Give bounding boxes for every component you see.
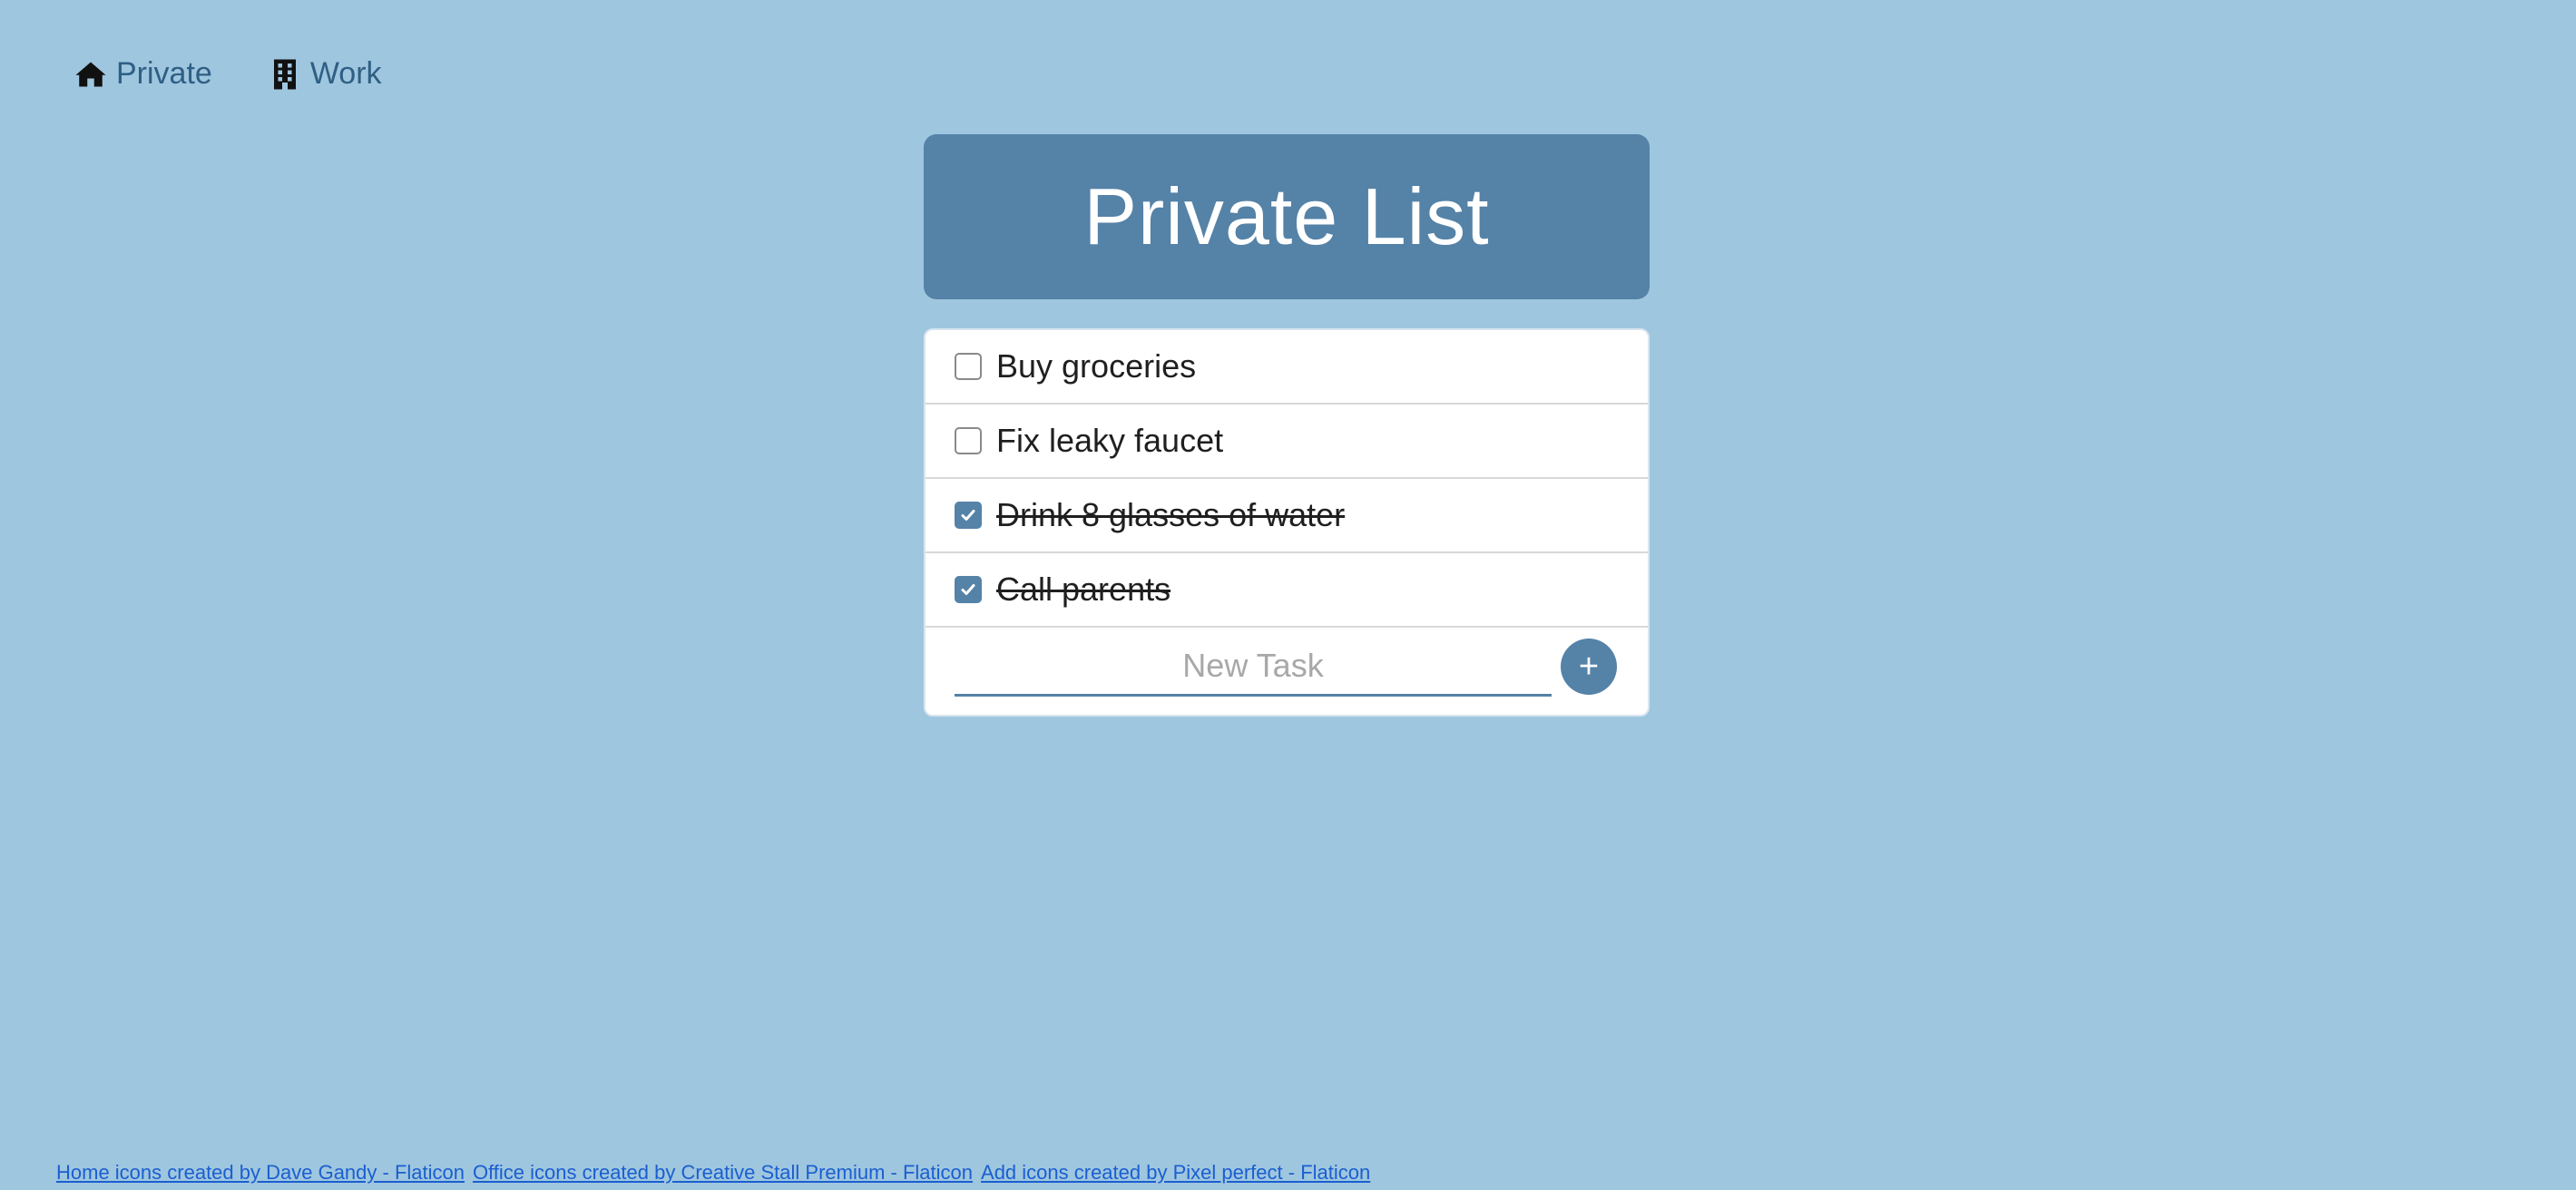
task-checkbox[interactable] [955,427,982,454]
task-checkbox[interactable] [955,502,982,529]
office-building-icon [269,58,301,91]
task-label: Buy groceries [996,347,1197,385]
list-item[interactable]: Buy groceries [926,330,1648,405]
list-title-card: Private List [924,134,1650,299]
task-checkbox[interactable] [955,576,982,603]
new-task-input[interactable] [955,637,1552,697]
home-icons-credit-link[interactable]: Home icons created by Dave Gandy - Flati… [56,1161,465,1185]
checkmark-icon [961,584,975,595]
checkmark-icon [961,510,975,521]
list-nav: Private Work [74,56,382,92]
task-label: Call parents [996,571,1171,608]
nav-item-label: Private [116,56,212,91]
nav-item-label: Work [309,56,382,91]
home-icon [74,58,107,91]
page-title: Private List [1083,171,1490,261]
new-task-row: + [926,628,1648,715]
task-list: Buy groceries Fix leaky faucet Drink 8 g… [924,328,1650,717]
list-item[interactable]: Drink 8 glasses of water [926,479,1648,553]
add-task-button[interactable]: + [1561,639,1617,695]
list-item[interactable]: Fix leaky faucet [926,405,1648,479]
add-icons-credit-link[interactable]: Add icons created by Pixel perfect - Fla… [981,1161,1370,1185]
task-checkbox[interactable] [955,353,982,380]
icon-attribution: Home icons created by Dave Gandy - Flati… [56,1161,1370,1185]
list-item[interactable]: Call parents [926,553,1648,628]
nav-item-private[interactable]: Private [74,56,212,92]
task-label: Drink 8 glasses of water [996,496,1346,533]
nav-item-work[interactable]: Work [269,56,382,92]
task-label: Fix leaky faucet [996,422,1224,459]
office-icons-credit-link[interactable]: Office icons created by Creative Stall P… [473,1161,973,1185]
